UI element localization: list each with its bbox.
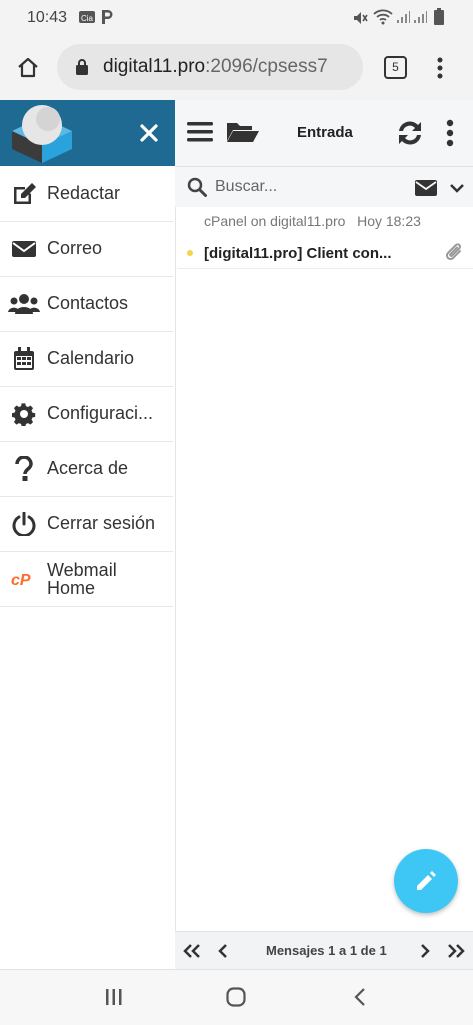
sidebar-item-settings[interactable]: Configuraci... [0, 386, 173, 442]
calendar-icon [0, 346, 47, 371]
sidebar-item-compose[interactable]: Redactar [0, 166, 173, 222]
sidebar-item-mail[interactable]: Correo [0, 221, 173, 277]
signal-icon-2 [413, 10, 427, 29]
first-page-icon[interactable] [183, 944, 201, 963]
status-bar: 10:43 Cia [0, 0, 473, 36]
roundcube-logo-icon [10, 103, 74, 168]
url-host: digital11.pro [103, 56, 206, 77]
question-icon [0, 455, 47, 482]
system-nav-bar [0, 969, 473, 1025]
refresh-icon[interactable] [395, 118, 425, 153]
mail-toolbar: Entrada [175, 100, 473, 167]
home-icon[interactable] [16, 56, 40, 85]
message-from: cPanel on digital11.pro [204, 213, 346, 229]
sidebar-item-contacts[interactable]: Contactos [0, 276, 173, 332]
lock-icon [75, 58, 89, 81]
compose-icon [0, 182, 47, 206]
pencil-icon [415, 870, 437, 897]
sidebar-item-calendar[interactable]: Calendario [0, 331, 173, 387]
recent-apps-icon[interactable] [105, 988, 123, 1011]
sidebar-item-webmail-home[interactable]: cP Webmail Home [0, 551, 173, 607]
home-button-icon[interactable] [226, 987, 246, 1012]
prev-page-icon[interactable] [218, 944, 228, 963]
search-bar: Buscar... [175, 167, 473, 207]
menu-icon[interactable] [187, 120, 213, 149]
status-p-icon [100, 9, 114, 30]
sidebar-item-about[interactable]: Acerca de [0, 441, 173, 497]
url-text: digital11.pro:2096/cpsess7 [103, 56, 328, 78]
search-icon [187, 177, 207, 202]
pager-text: Mensajes 1 a 1 de 1 [266, 943, 387, 958]
status-time: 10:43 [27, 9, 68, 26]
sidebar-item-label: Configuraci... [47, 403, 154, 423]
sidebar-item-label: Calendario [47, 348, 135, 368]
mute-icon [352, 10, 368, 31]
close-icon[interactable] [140, 124, 158, 147]
sidebar-item-label: Correo [47, 238, 103, 258]
last-page-icon[interactable] [447, 944, 465, 963]
unread-dot-icon [187, 250, 193, 256]
status-app-icon: Cia [79, 10, 95, 29]
browser-menu-icon[interactable] [436, 56, 444, 85]
more-options-icon[interactable] [446, 119, 454, 152]
message-meta: cPanel on digital11.pro Hoy 18:23 [204, 213, 421, 229]
message-subject[interactable]: [digital11.pro] Client con... [204, 245, 392, 262]
svg-text:cP: cP [11, 572, 31, 588]
svg-text:Cia: Cia [81, 14, 94, 23]
sidebar: Redactar Correo Contactos Calendario Con… [0, 166, 176, 969]
signal-icon [396, 10, 410, 29]
sidebar-item-label: Webmail Home [47, 560, 117, 597]
envelope-icon [0, 239, 47, 259]
search-input[interactable]: Buscar... [215, 178, 277, 196]
power-icon [0, 511, 47, 536]
gear-icon [0, 402, 47, 426]
battery-icon [434, 8, 444, 31]
paperclip-icon [444, 242, 464, 269]
folder-title: Entrada [297, 124, 353, 141]
cpanel-icon: cP [0, 570, 47, 588]
compose-fab-button[interactable] [394, 849, 458, 913]
pagination-bar: Mensajes 1 a 1 de 1 [175, 931, 473, 970]
sidebar-header [0, 100, 175, 166]
tab-switcher-button[interactable]: 5 [384, 56, 407, 79]
sidebar-item-label: Redactar [47, 183, 121, 203]
tab-count: 5 [392, 60, 399, 74]
chevron-down-icon[interactable] [450, 181, 464, 199]
next-page-icon[interactable] [420, 944, 430, 963]
back-icon[interactable] [354, 987, 366, 1012]
sidebar-item-label: Cerrar sesión [47, 513, 156, 533]
message-date: Hoy 18:23 [357, 213, 421, 229]
divider [178, 268, 473, 269]
users-icon [0, 293, 47, 315]
sidebar-item-label: Acerca de [47, 458, 129, 478]
url-path: :2096/cpsess7 [205, 56, 328, 77]
envelope-filter-icon[interactable] [415, 180, 437, 201]
sidebar-item-label: Contactos [47, 293, 129, 313]
folder-open-icon[interactable] [226, 120, 260, 149]
browser-toolbar: digital11.pro:2096/cpsess7 5 [0, 36, 473, 100]
sidebar-item-logout[interactable]: Cerrar sesión [0, 496, 173, 552]
wifi-icon [373, 9, 393, 30]
url-bar[interactable]: digital11.pro:2096/cpsess7 [57, 44, 363, 90]
